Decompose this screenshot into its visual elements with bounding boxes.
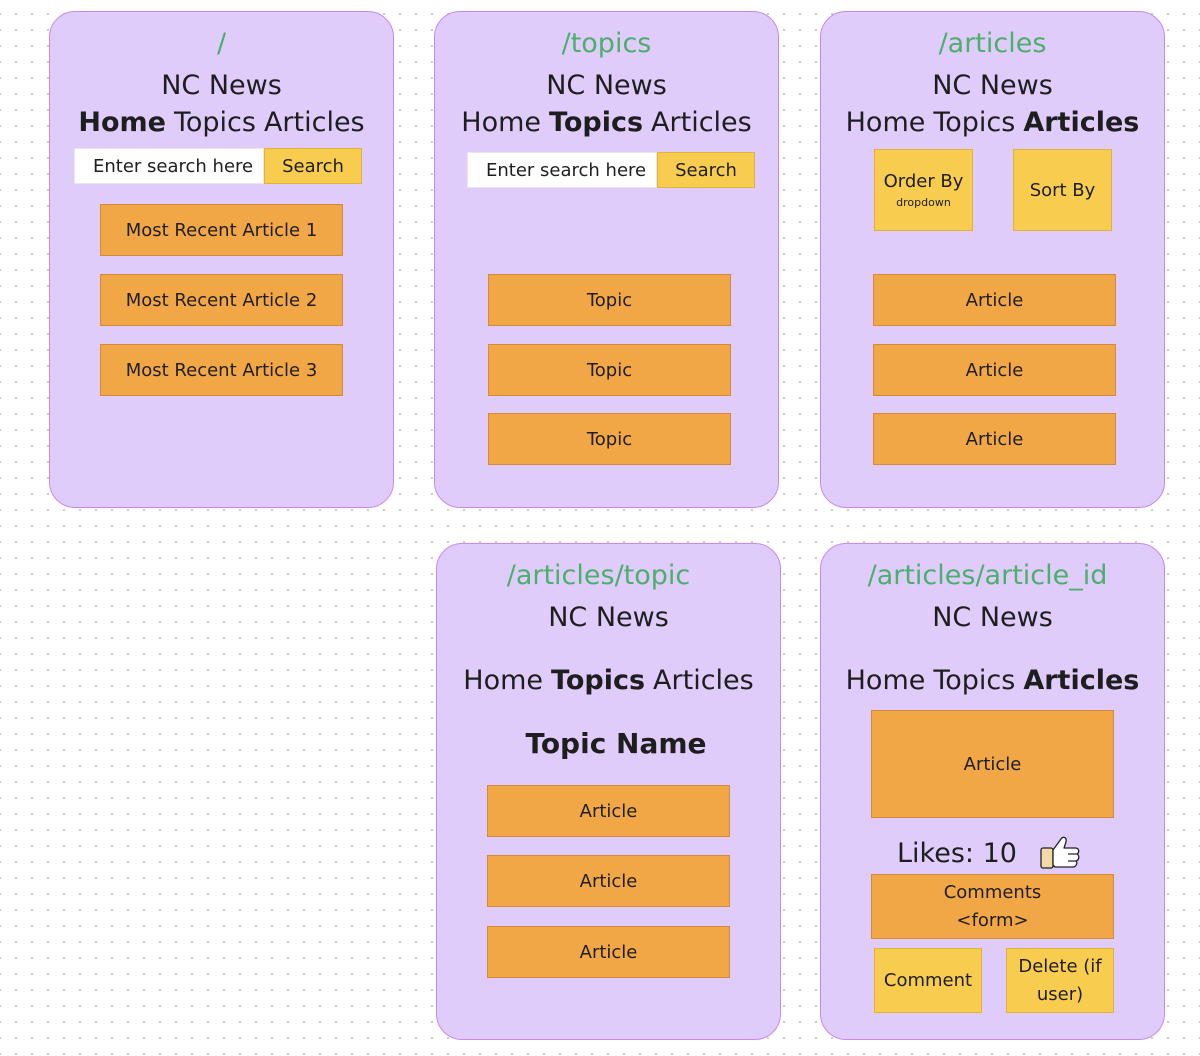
search-input[interactable] — [74, 148, 264, 184]
delete-button[interactable]: Delete (if user) — [1006, 948, 1114, 1013]
article-item-3[interactable]: Article — [487, 926, 730, 978]
thumbs-up-icon[interactable] — [1039, 834, 1081, 872]
topic-item-1[interactable]: Topic — [488, 274, 731, 326]
route-label: /articles/topic — [506, 560, 691, 591]
nav-topics[interactable]: Topics — [549, 107, 643, 138]
nav-bar: Home Topics Articles — [437, 665, 780, 696]
order-by-dropdown[interactable]: Order By dropdown — [874, 149, 973, 231]
article-detail-page-card: /articles/article_id NC News Home Topics A… — [820, 543, 1165, 1040]
comment-button[interactable]: Comment — [874, 948, 982, 1013]
recent-article-3[interactable]: Most Recent Article 3 — [100, 344, 343, 396]
nav-articles[interactable]: Articles — [653, 665, 754, 696]
delete-label-line1: Delete (if — [1018, 955, 1102, 977]
nav-topics[interactable]: Topics — [933, 107, 1015, 138]
topic-item-3[interactable]: Topic — [488, 413, 731, 465]
route-label: / — [216, 28, 227, 59]
app-title: NC News — [546, 70, 667, 101]
likes-count: Likes: 10 — [897, 838, 1017, 869]
topics-page-card: /topics NC News Home Topics Articles Searc… — [434, 11, 779, 508]
app-title: NC News — [932, 602, 1053, 633]
articles-page-card: /articles NC News Home Topics Articles Ord… — [820, 11, 1165, 508]
form-label: <form> — [956, 909, 1029, 931]
articles-topic-page-card: /articles/topic NC News Home Topics Articl… — [436, 543, 781, 1040]
nav-bar: Home Topics Articles — [435, 107, 778, 138]
nav-topics[interactable]: Topics — [933, 665, 1015, 696]
comments-label: Comments — [943, 881, 1042, 903]
search-button[interactable]: Search — [264, 148, 362, 184]
home-page-card: / NC News Home Topics Articles Search Most… — [49, 11, 394, 508]
comments-form[interactable]: Comments <form> — [871, 874, 1114, 939]
article-item-3[interactable]: Article — [873, 413, 1116, 465]
route-label: /articles/article_id — [867, 560, 1108, 591]
topic-item-2[interactable]: Topic — [488, 344, 731, 396]
article-item-2[interactable]: Article — [873, 344, 1116, 396]
nav-home[interactable]: Home — [846, 665, 926, 696]
nav-articles[interactable]: Articles — [651, 107, 752, 138]
order-by-label: Order By — [883, 171, 964, 192]
nav-home[interactable]: Home — [846, 107, 926, 138]
nav-articles[interactable]: Articles — [1023, 107, 1139, 138]
nav-bar: Home Topics Articles — [50, 107, 393, 138]
app-title: NC News — [932, 70, 1053, 101]
sort-by-button[interactable]: Sort By — [1013, 149, 1112, 231]
nav-topics[interactable]: Topics — [174, 107, 256, 138]
topic-name-heading: Topic Name — [525, 727, 707, 760]
recent-article-2[interactable]: Most Recent Article 2 — [100, 274, 343, 326]
nav-home[interactable]: Home — [78, 107, 166, 138]
nav-articles[interactable]: Articles — [1023, 665, 1139, 696]
recent-article-1[interactable]: Most Recent Article 1 — [100, 204, 343, 256]
order-by-sub-label: dropdown — [896, 196, 951, 209]
article-body: Article — [871, 710, 1114, 818]
article-item-2[interactable]: Article — [487, 855, 730, 907]
app-title: NC News — [548, 602, 669, 633]
nav-topics[interactable]: Topics — [551, 665, 645, 696]
app-title: NC News — [161, 70, 282, 101]
nav-home[interactable]: Home — [463, 665, 543, 696]
article-item-1[interactable]: Article — [873, 274, 1116, 326]
search-button[interactable]: Search — [657, 152, 755, 188]
search-input[interactable] — [467, 152, 657, 188]
route-label: /articles — [938, 28, 1047, 59]
nav-bar: Home Topics Articles — [821, 665, 1164, 696]
nav-articles[interactable]: Articles — [264, 107, 365, 138]
article-item-1[interactable]: Article — [487, 785, 730, 837]
route-label: /topics — [561, 28, 652, 59]
nav-home[interactable]: Home — [461, 107, 541, 138]
delete-label-line2: user) — [1036, 983, 1084, 1005]
nav-bar: Home Topics Articles — [821, 107, 1164, 138]
